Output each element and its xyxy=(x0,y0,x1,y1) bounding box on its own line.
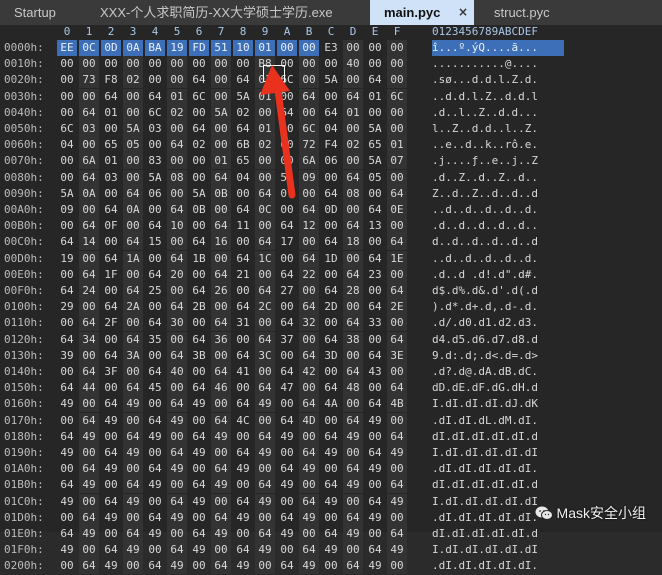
hex-byte[interactable]: 49 xyxy=(387,542,407,559)
hex-byte[interactable]: 00 xyxy=(57,558,77,574)
hex-byte[interactable]: 00 xyxy=(145,542,165,558)
close-icon[interactable]: × xyxy=(458,0,468,25)
tab-resume-exe[interactable]: XXX-个人求职简历-XX大学硕士学历.exe xyxy=(92,0,362,25)
hex-byte[interactable]: 64 xyxy=(167,542,187,559)
arrow-head xyxy=(260,65,290,95)
tab-startup[interactable]: Startup xyxy=(6,0,84,25)
tab-bar: Startup XXX-个人求职简历-XX大学硕士学历.exe main.pyc… xyxy=(0,0,662,26)
hex-byte[interactable]: 49 xyxy=(101,558,121,574)
hex-byte[interactable]: 49 xyxy=(167,558,187,575)
ascii-text[interactable]: I.dI.dI.dI.dI.dI xyxy=(432,542,564,558)
hex-byte[interactable]: 49 xyxy=(299,558,319,575)
hex-byte[interactable]: 64 xyxy=(211,558,231,575)
hex-editor-view[interactable]: 0123456789ABCDEF 0123456789ABCDEF 0000h:… xyxy=(0,25,662,575)
hex-byte[interactable]: 49 xyxy=(255,542,275,559)
hex-byte[interactable]: 49 xyxy=(365,558,385,574)
watermark-text: Mask安全小组 xyxy=(556,505,646,521)
hex-byte[interactable]: 00 xyxy=(321,558,341,574)
watermark: Mask安全小组 xyxy=(535,502,646,524)
hex-byte[interactable]: 64 xyxy=(343,558,363,575)
tab-label: XXX-个人求职简历-XX大学硕士学历.exe xyxy=(100,5,333,20)
hex-row[interactable]: 0200h: 00 64 49 00 64 49 00 64 49 00 64 49 00 64 49 00 .d… xyxy=(0,558,662,575)
hex-byte[interactable]: 00 xyxy=(255,558,275,575)
ascii-text[interactable]: .dI.dI.dI.dI.dI. xyxy=(432,558,564,574)
hex-byte[interactable]: 49 xyxy=(233,558,253,574)
hex-byte[interactable]: 64 xyxy=(79,558,99,575)
hex-byte[interactable]: 00 xyxy=(189,558,209,574)
hex-byte[interactable]: 64 xyxy=(365,542,385,558)
hex-byte[interactable]: 64 xyxy=(145,558,165,574)
tab-label: struct.pyc xyxy=(494,5,550,20)
hex-row[interactable]: 01F0h: 49 00 64 49 00 64 49 00 64 49 00 64 49 00 64 49 I.… xyxy=(0,542,662,559)
hex-byte[interactable]: 00 xyxy=(211,542,231,559)
row-address: 0200h: xyxy=(4,559,44,573)
hex-byte[interactable]: 64 xyxy=(299,542,319,559)
red-arrow-annotation xyxy=(260,65,296,199)
hex-byte[interactable]: 49 xyxy=(57,542,77,558)
hex-byte[interactable]: 00 xyxy=(343,542,363,559)
tab-label: Startup xyxy=(14,5,56,20)
arrow-shaft xyxy=(273,79,296,199)
tab-struct-pyc[interactable]: struct.pyc xyxy=(486,0,576,25)
row-address: 01F0h: xyxy=(4,543,44,557)
hex-byte[interactable]: 49 xyxy=(123,542,143,559)
hex-byte[interactable]: 00 xyxy=(79,542,99,559)
hex-byte[interactable]: 49 xyxy=(321,542,341,558)
hex-byte[interactable]: 49 xyxy=(189,542,209,558)
hex-byte[interactable]: 64 xyxy=(233,542,253,558)
tab-label: main.pyc xyxy=(384,5,441,20)
hex-byte[interactable]: 64 xyxy=(101,542,121,558)
tab-main-pyc[interactable]: main.pyc × xyxy=(370,0,474,25)
wechat-icon xyxy=(535,506,553,520)
hex-byte[interactable]: 00 xyxy=(277,542,297,558)
hex-byte[interactable]: 00 xyxy=(123,558,143,575)
hex-byte[interactable]: 00 xyxy=(387,558,407,575)
hex-byte[interactable]: 64 xyxy=(277,558,297,574)
